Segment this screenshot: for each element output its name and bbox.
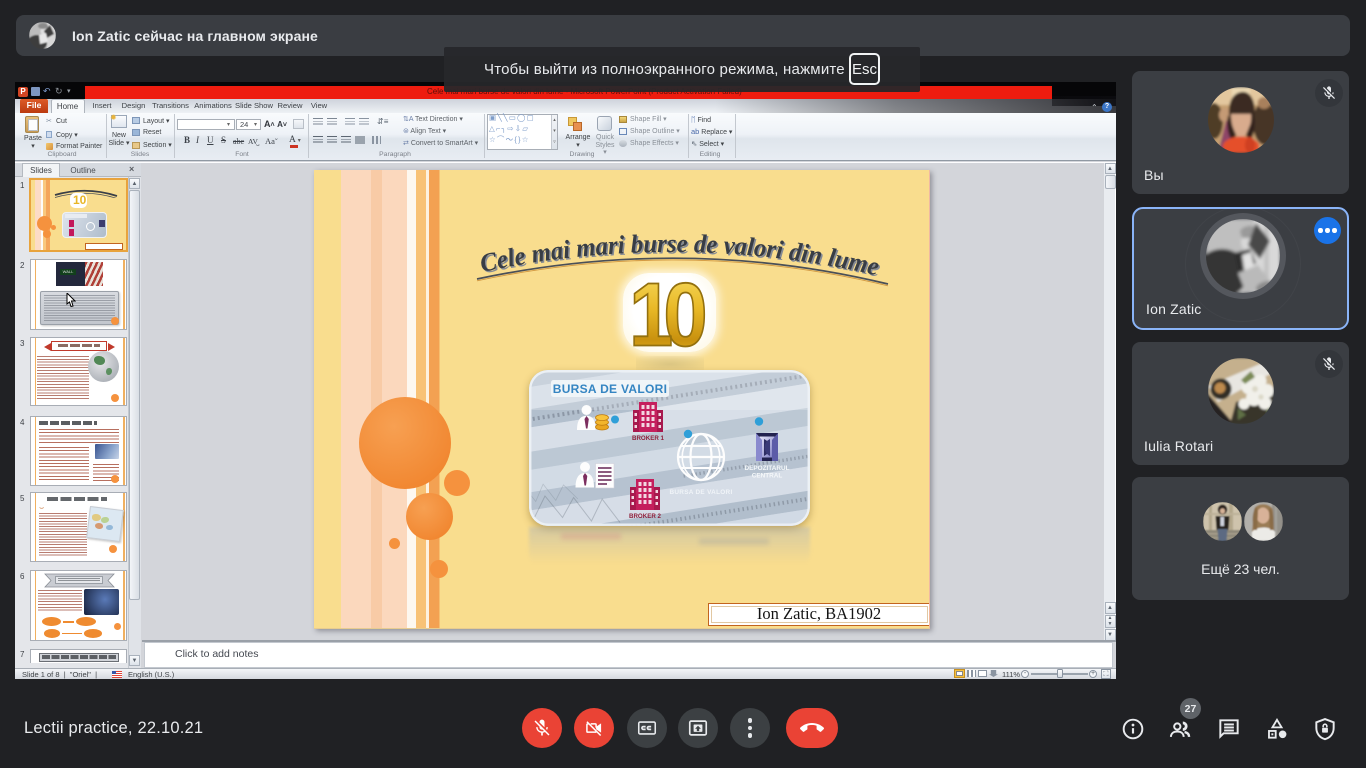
svg-text:10: 10 [629,270,704,355]
svg-text:BROKER 2: BROKER 2 [629,513,662,520]
svg-text:DEPOZITARUL: DEPOZITARUL [745,465,790,472]
svg-text:BURSA DE VALORI: BURSA DE VALORI [669,489,732,496]
svg-text:BURSA DE VALORI: BURSA DE VALORI [553,382,668,396]
svg-text:BROKER 1: BROKER 1 [632,435,665,442]
svg-text:CENTRAL: CENTRAL [752,473,783,480]
